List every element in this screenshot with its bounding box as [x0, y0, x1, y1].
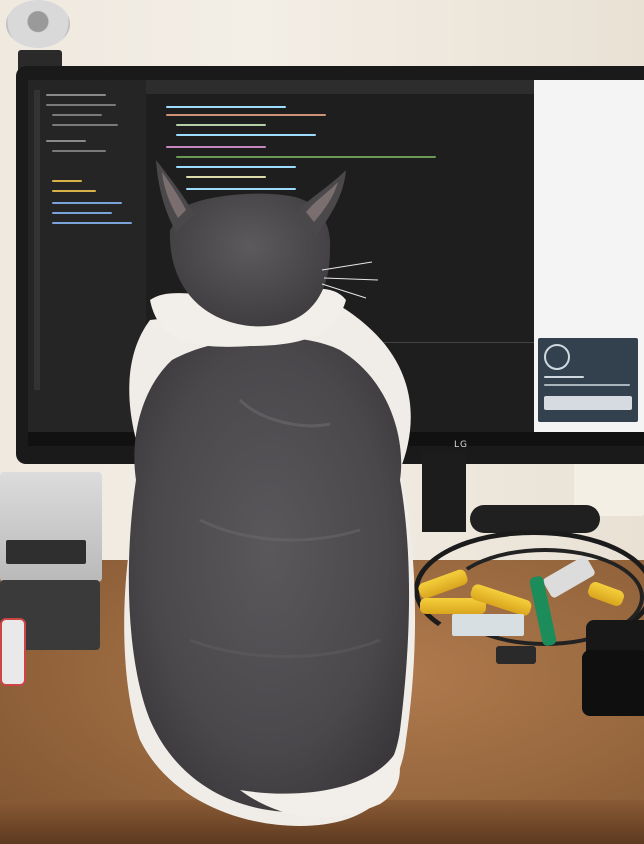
- cat: [124, 160, 416, 826]
- photo-scene: LG: [0, 0, 644, 844]
- cat-body: [128, 337, 410, 812]
